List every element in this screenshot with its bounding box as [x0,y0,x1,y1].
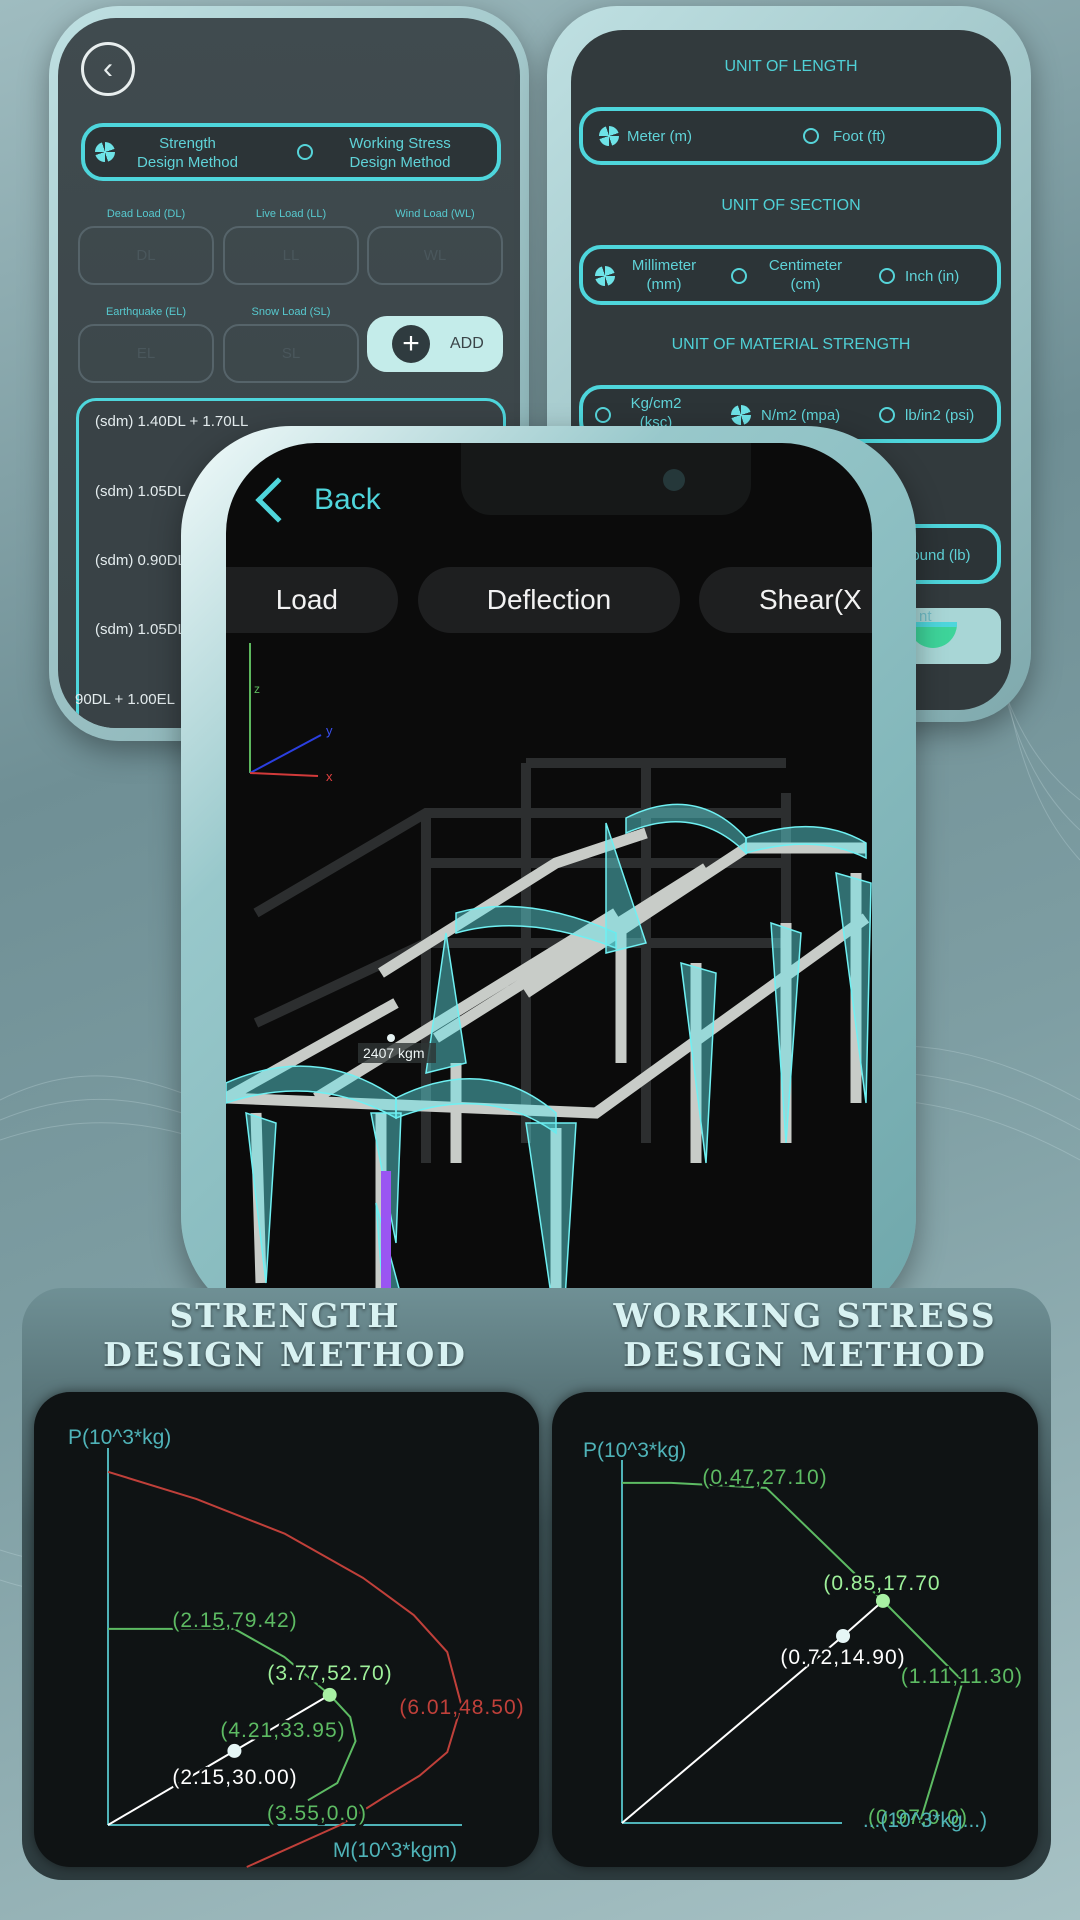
camera-icon [663,469,685,491]
live-load-label: Live Load (LL) [255,208,327,220]
option-inch[interactable]: Inch (in) [905,267,959,286]
option-millimeter[interactable]: Millimeter (mm) [619,256,709,294]
back-nav-button[interactable]: Back [248,477,381,523]
design-method-selector: Strength Design Method Working Stress Desi… [81,123,501,181]
plus-icon: + [392,325,430,363]
working-stress-chart-panel [552,1392,1038,1867]
y-axis-label: y [326,723,333,738]
unit-of-section-title: UNIT OF SECTION [721,197,861,214]
x-axis-line [249,772,319,777]
combination-item[interactable]: 90DL + 1.00EL [75,691,175,708]
notch [461,443,751,515]
radio-kgcm2-icon[interactable] [595,407,611,423]
model-screen: Back Load Deflection Shear(X z y x 2407 … [226,443,872,1313]
dead-load-input[interactable]: DL [78,226,214,285]
option-meter[interactable]: Meter (m) [627,127,692,146]
back-label: Back [314,483,381,516]
combination-item[interactable]: (sdm) 1.05DL [95,483,186,500]
radio-centimeter-icon[interactable] [731,268,747,284]
option-psi[interactable]: lb/in2 (psi) [905,406,974,425]
axis-gizmo: z y x [249,643,333,784]
radio-nm2-selected-icon[interactable] [731,405,751,425]
working-stress-heading: WORKING STRESS DESIGN METHOD [613,1296,997,1374]
moment-diagram [226,803,872,1313]
strength-heading: STRENGTH DESIGN METHOD [103,1296,467,1374]
length-unit-selector: Meter (m) Foot (ft) [579,107,1001,165]
radio-inch-icon[interactable] [879,268,895,284]
moment-marker [387,1034,395,1042]
option-foot[interactable]: Foot (ft) [833,127,886,146]
tab-shear-x[interactable]: Shear(X [699,567,872,633]
moment-label: 2407 kgm [363,1045,424,1061]
section-unit-selector: Millimeter (mm) Centimeter (cm) Inch (in… [579,245,1001,305]
radio-meter-selected-icon[interactable] [599,126,619,146]
option-centimeter[interactable]: Centimeter (cm) [758,256,853,294]
model-phone: Back Load Deflection Shear(X z y x 2407 … [181,426,916,1326]
option-nm2[interactable]: N/m2 (mpa) [761,406,840,425]
dead-load-label: Dead Load (DL) [106,208,186,220]
tab-deflection[interactable]: Deflection [418,567,680,633]
radio-foot-icon[interactable] [803,128,819,144]
x-axis-label: x [326,769,333,784]
earthquake-load-label: Earthquake (EL) [105,306,187,318]
option-strength-design[interactable]: Strength Design Method [115,134,260,172]
radio-millimeter-selected-icon[interactable] [595,266,615,286]
unit-of-length-title: UNIT OF LENGTH [724,58,858,75]
back-button[interactable]: ‹ [81,42,135,96]
combination-item[interactable]: (sdm) 1.40DL + 1.70LL [95,413,248,430]
tab-load[interactable]: Load [226,567,398,633]
unit-of-material-strength-title: UNIT OF MATERIAL STRENGTH [671,336,911,353]
earthquake-load-input[interactable]: EL [78,324,214,383]
beam-support-icon [909,622,957,648]
snow-load-input[interactable]: SL [223,324,359,383]
combination-item[interactable]: (sdm) 0.90DL [95,552,186,569]
strength-chart-panel [34,1392,539,1867]
chevron-left-icon [255,477,301,523]
combination-item[interactable]: (sdm) 1.05DL [95,621,186,638]
option-working-stress-design[interactable]: Working Stress Design Method [320,134,480,172]
radio-working-stress-icon[interactable] [297,144,313,160]
y-axis-line [249,734,322,774]
live-load-input[interactable]: LL [223,226,359,285]
wind-load-input[interactable]: WL [367,226,503,285]
radio-strength-selected-icon[interactable] [95,142,115,162]
radio-psi-icon[interactable] [879,407,895,423]
add-label: ADD [450,335,484,352]
z-axis-label: z [254,682,260,696]
add-button[interactable]: + ADD [367,316,503,372]
structure-3d-view[interactable]: z y x 2407 kgm [226,643,872,1313]
wind-load-label: Wind Load (WL) [395,208,475,220]
chevron-left-icon: ‹ [103,52,113,85]
snow-load-label: Snow Load (SL) [251,306,331,318]
